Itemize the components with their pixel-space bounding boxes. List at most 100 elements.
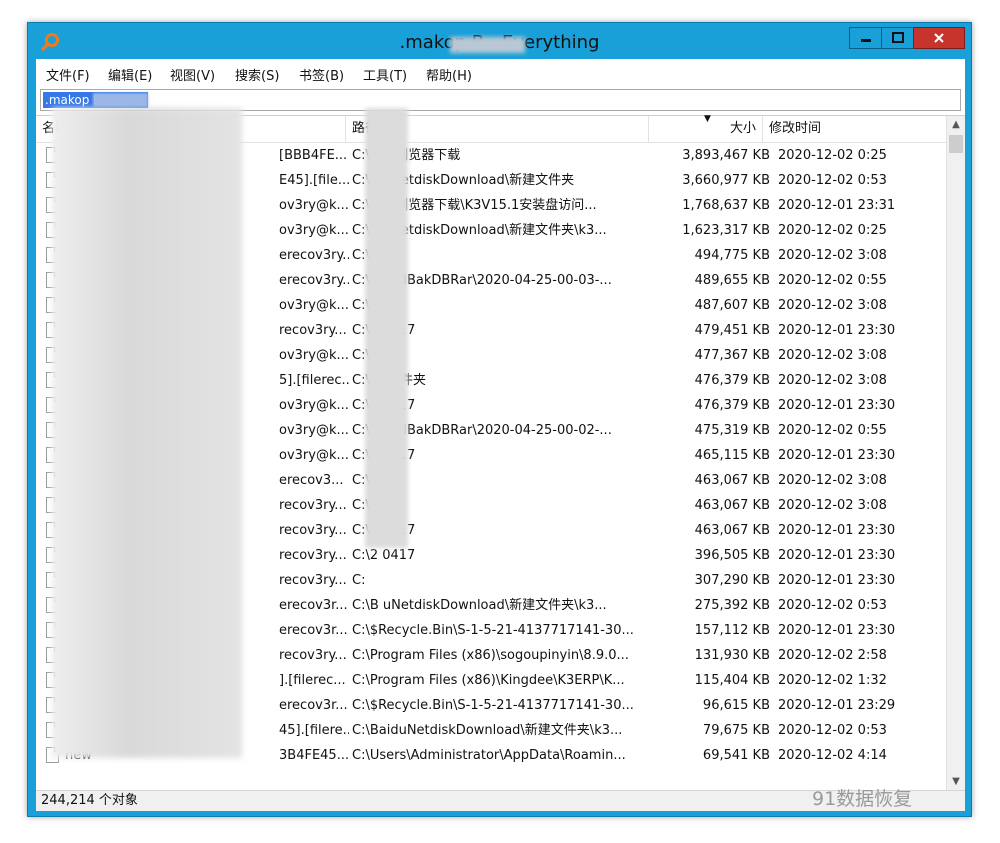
file-modified: 2020-12-02 2:58 (778, 648, 887, 663)
file-size: 96,615 KB (702, 698, 770, 713)
redaction-blur (365, 108, 408, 548)
file-modified: 2020-12-01 23:30 (778, 398, 896, 413)
file-modified: 2020-12-02 3:08 (778, 348, 887, 363)
file-size: 463,067 KB (694, 498, 770, 513)
menu-file[interactable]: 文件(F) (46, 65, 90, 84)
file-modified: 2020-12-01 23:30 (778, 523, 896, 538)
redaction-blur (93, 93, 148, 107)
file-path: C:\BaiduNetdiskDownload\新建文件夹\k3... (352, 723, 623, 738)
file-modified: 2020-12-02 3:08 (778, 473, 887, 488)
file-size: 475,319 KB (694, 423, 770, 438)
file-size: 476,379 KB (694, 373, 770, 388)
file-size: 3,660,977 KB (682, 173, 770, 188)
close-icon (934, 33, 944, 43)
menu-bookmarks[interactable]: 书签(B) (299, 65, 344, 84)
file-modified: 2020-12-02 0:55 (778, 273, 887, 288)
file-modified: 2020-12-02 0:25 (778, 148, 887, 163)
file-size: 1,768,637 KB (682, 198, 770, 213)
file-modified: 2020-12-01 23:30 (778, 323, 896, 338)
scroll-down-icon[interactable]: ▼ (947, 773, 965, 791)
vertical-scrollbar[interactable]: ▲ ▼ (946, 116, 965, 791)
file-name-tail: ov3ry@k... (279, 348, 349, 363)
file-size: 275,392 KB (694, 598, 770, 613)
file-name-tail: recov3ry... (279, 573, 347, 588)
file-name-tail: [BBB4FE... (279, 148, 348, 163)
file-name-tail: erecov3r... (279, 623, 348, 638)
minimize-icon (860, 39, 871, 42)
file-size: 396,505 KB (694, 548, 770, 563)
file-name-tail: erecov3... (279, 473, 344, 488)
file-size: 465,115 KB (694, 448, 770, 463)
file-size: 307,290 KB (694, 573, 770, 588)
file-name-tail: recov3ry... (279, 548, 347, 563)
file-modified: 2020-12-01 23:30 (778, 623, 896, 638)
menu-bar: 文件(F) 编辑(E) 视图(V) 搜索(S) 书签(B) 工具(T) 帮助(H… (36, 59, 965, 87)
watermark: 91数据恢复 (812, 788, 913, 810)
file-name-tail: ov3ry@k... (279, 298, 349, 313)
file-size: 115,404 KB (694, 673, 770, 688)
file-path: C:\$Recycle.Bin\S-1-5-21-4137717141-30..… (352, 698, 634, 713)
file-name-tail: recov3ry... (279, 323, 347, 338)
file-modified: 2020-12-01 23:29 (778, 698, 896, 713)
file-name-tail: recov3ry... (279, 523, 347, 538)
file-modified: 2020-12-02 0:53 (778, 173, 887, 188)
file-size: 477,367 KB (694, 348, 770, 363)
file-modified: 2020-12-02 3:08 (778, 248, 887, 263)
file-path: C:\Program Files (x86)\Kingdee\K3ERP\K..… (352, 673, 625, 688)
column-modified[interactable]: 修改时间 (763, 116, 946, 142)
file-name-tail: ov3ry@k... (279, 198, 349, 213)
file-name-tail: ov3ry@k... (279, 423, 349, 438)
file-modified: 2020-12-02 0:53 (778, 723, 887, 738)
file-size: 79,675 KB (702, 723, 770, 738)
file-size: 463,067 KB (694, 523, 770, 538)
maximize-button[interactable] (881, 27, 914, 49)
file-modified: 2020-12-02 0:55 (778, 423, 887, 438)
file-modified: 2020-12-02 0:53 (778, 598, 887, 613)
menu-search[interactable]: 搜索(S) (235, 65, 279, 84)
file-size: 131,930 KB (694, 648, 770, 663)
file-name-tail: ov3ry@k... (279, 398, 349, 413)
file-name-tail: 45].[filere... (279, 723, 349, 738)
file-name-tail: ].[filerec... (279, 673, 346, 688)
file-modified: 2020-12-02 3:08 (778, 373, 887, 388)
file-name-tail: ov3ry@k... (279, 448, 349, 463)
close-button[interactable] (913, 27, 965, 49)
file-name-tail: erecov3ry... (279, 273, 349, 288)
file-size: 487,607 KB (694, 298, 770, 313)
object-count: 244,214 个对象 (41, 793, 138, 808)
file-name-tail: 3B4FE45... (279, 748, 349, 763)
menu-help[interactable]: 帮助(H) (426, 65, 472, 84)
file-size: 157,112 KB (694, 623, 770, 638)
file-name-tail: recov3ry... (279, 498, 347, 513)
minimize-button[interactable] (849, 27, 882, 49)
file-size: 476,379 KB (694, 398, 770, 413)
menu-tools[interactable]: 工具(T) (363, 65, 407, 84)
menu-edit[interactable]: 编辑(E) (108, 65, 152, 84)
file-modified: 2020-12-01 23:30 (778, 548, 896, 563)
file-modified: 2020-12-02 0:25 (778, 223, 887, 238)
file-modified: 2020-12-02 3:08 (778, 298, 887, 313)
file-size: 3,893,467 KB (682, 148, 770, 163)
scroll-up-icon[interactable]: ▲ (947, 116, 965, 134)
file-size: 479,451 KB (694, 323, 770, 338)
file-size: 489,655 KB (694, 273, 770, 288)
file-name-tail: erecov3ry... (279, 248, 349, 263)
file-modified: 2020-12-01 23:31 (778, 198, 896, 213)
file-modified: 2020-12-02 1:32 (778, 673, 887, 688)
sort-descending-icon: ▼ (704, 114, 711, 124)
menu-view[interactable]: 视图(V) (170, 65, 215, 84)
file-size: 69,541 KB (702, 748, 770, 763)
file-path: C:\Users\Administrator\AppData\Roamin... (352, 748, 626, 763)
file-name-tail: 5].[filerec... (279, 373, 349, 388)
file-path: C:\B uNetdiskDownload\新建文件夹\k3... (352, 598, 607, 613)
file-name-tail: erecov3r... (279, 698, 348, 713)
file-size: 494,775 KB (694, 248, 770, 263)
file-name-tail: E45].[file... (279, 173, 349, 188)
file-path: C:\Program Files (x86)\sogoupinyin\8.9.0… (352, 648, 629, 663)
file-modified: 2020-12-02 3:08 (778, 498, 887, 513)
file-size: 1,623,317 KB (682, 223, 770, 238)
file-path: C:\$Recycle.Bin\S-1-5-21-4137717141-30..… (352, 623, 634, 638)
file-modified: 2020-12-01 23:30 (778, 573, 896, 588)
file-modified: 2020-12-02 4:14 (778, 748, 887, 763)
scroll-thumb[interactable] (949, 135, 963, 153)
